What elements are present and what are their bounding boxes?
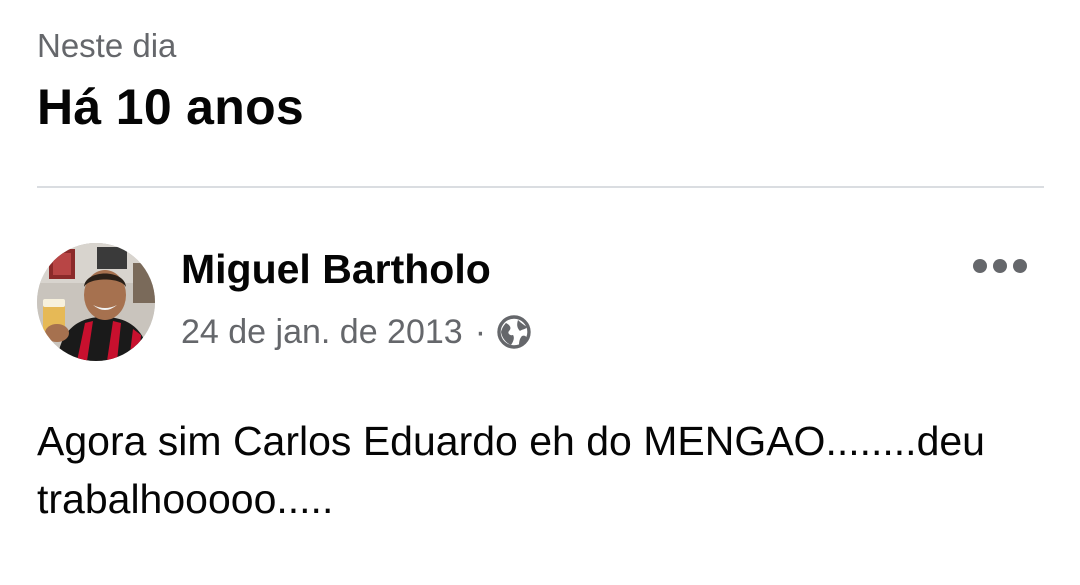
globe-icon[interactable] (496, 314, 532, 350)
more-options-button[interactable] (965, 246, 1035, 286)
post-text: Agora sim Carlos Eduardo eh do MENGAO...… (37, 418, 985, 522)
author-avatar[interactable] (37, 243, 155, 361)
memories-subtitle: Neste dia (37, 27, 177, 64)
more-horizontal-icon (973, 259, 1027, 273)
meta-separator: · (474, 312, 487, 351)
avatar-photo (37, 243, 155, 361)
divider (37, 186, 1044, 188)
memories-title: Há 10 anos (37, 79, 305, 135)
author-name[interactable]: Miguel Bartholo (181, 244, 491, 294)
post-date[interactable]: 24 de jan. de 2013 (181, 313, 463, 352)
post-meta: 24 de jan. de 2013 · (181, 310, 532, 354)
